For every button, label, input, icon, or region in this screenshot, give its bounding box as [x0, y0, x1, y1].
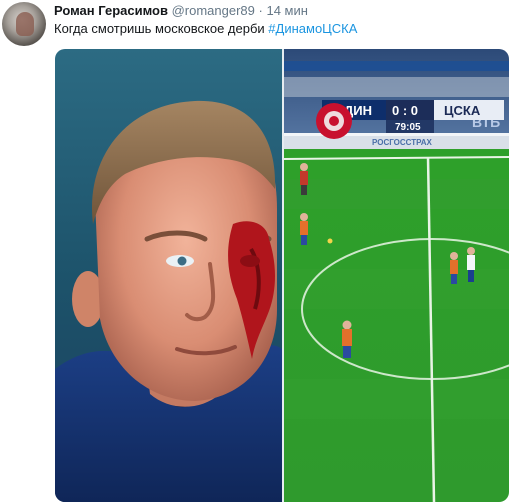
tweet-text-body: Когда смотришь московское дерби [54, 21, 269, 36]
hashtag-link[interactable]: #ДинамоЦСКА [268, 21, 357, 36]
author-name[interactable]: Роман Герасимов [54, 3, 168, 18]
photo-match-broadcast[interactable]: РОСГОССТРАХ ВТБ ДИН 0: 0 ЦСКА 79:05 [284, 49, 509, 502]
separator-dot: · [258, 3, 263, 18]
player-3 [450, 252, 458, 284]
ball [327, 238, 333, 244]
author-handle[interactable]: @romanger89 [172, 3, 255, 18]
ad-board-text: РОСГОССТРАХ [372, 138, 433, 147]
score: 0 : 0 [392, 103, 418, 118]
player-4 [467, 247, 475, 282]
tweet-timestamp[interactable]: 14 мин [266, 3, 307, 18]
avatar-image [16, 12, 34, 36]
player-2 [300, 213, 308, 245]
match-clock: 79:05 [395, 122, 421, 133]
photo-player-injury[interactable] [55, 49, 282, 502]
tweet-text: Когда смотришь московское дерби #ДинамоЦ… [54, 21, 357, 36]
tweet-media[interactable]: РОСГОССТРАХ ВТБ ДИН 0: 0 ЦСКА 79:05 [55, 49, 509, 502]
tweet[interactable]: Роман Герасимов @romanger89 · 14 мин Ког… [0, 0, 513, 504]
player-5 [342, 320, 352, 358]
avatar[interactable] [2, 2, 46, 46]
player-1 [300, 163, 308, 195]
team-away: ЦСКА [444, 103, 481, 118]
tweet-header: Роман Герасимов @romanger89 · 14 мин [54, 3, 308, 18]
